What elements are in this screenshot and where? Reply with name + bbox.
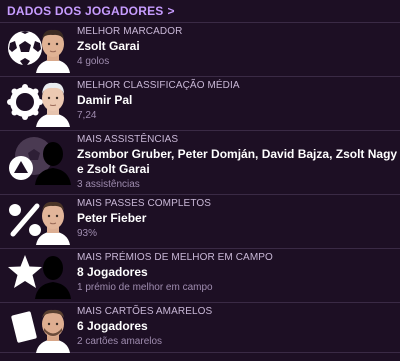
stat-value: 7,24	[77, 110, 97, 121]
chevron-right-icon: >	[167, 4, 175, 18]
player-silhouette	[35, 142, 71, 185]
stat-visual	[0, 249, 74, 302]
player-count-link[interactable]: 8 Jogadores	[77, 265, 400, 280]
stat-value: 3 assistências	[77, 179, 140, 190]
stat-label: MELHOR CLASSIFICAÇÃO MÉDIA	[77, 80, 240, 91]
player-count-link[interactable]: 6 Jogadores	[77, 319, 400, 334]
stat-row-best-rating[interactable]: MELHOR CLASSIFICAÇÃO MÉDIA Damir Pal 7,2…	[0, 77, 400, 131]
stat-visual	[0, 195, 74, 248]
next-row-partial	[0, 353, 400, 361]
assist-icon	[9, 156, 33, 180]
player-name-link[interactable]: Zsombor Gruber, Peter Domján, David Bajz…	[77, 147, 400, 177]
stat-row-most-passes[interactable]: MAIS PASSES COMPLETOS Peter Fieber 93%	[0, 195, 400, 249]
stat-row-most-yellow-cards[interactable]: MAIS CARTÕES AMARELOS 6 Jogadores 2 cart…	[0, 303, 400, 353]
stat-row-top-scorer[interactable]: MELHOR MARCADOR Zsolt Garai 4 golos	[0, 22, 400, 77]
player-photo	[36, 309, 70, 353]
stat-value: 4 golos	[77, 56, 110, 67]
section-title: DADOS DOS JOGADORES	[7, 4, 164, 18]
player-photo	[36, 82, 70, 127]
stat-row-most-awards[interactable]: MAIS PRÉMIOS DE MELHOR EM CAMPO 8 Jogado…	[0, 249, 400, 303]
stat-label: MAIS PASSES COMPLETOS	[77, 198, 211, 209]
stat-visual	[0, 303, 74, 353]
stat-visual	[0, 77, 74, 130]
stat-label: MAIS CARTÕES AMARELOS	[77, 306, 213, 317]
player-silhouette	[35, 256, 71, 299]
stat-label: MAIS ASSISTÊNCIAS	[77, 134, 179, 145]
stat-value: 1 prémio de melhor em campo	[77, 282, 213, 293]
stat-visual	[0, 131, 74, 194]
section-header[interactable]: DADOS DOS JOGADORES >	[0, 0, 400, 22]
player-name-link[interactable]: Damir Pal	[77, 93, 400, 108]
stat-value: 2 cartões amarelos	[77, 336, 163, 347]
player-name-link[interactable]: Zsolt Garai	[77, 39, 400, 54]
stat-row-most-assists[interactable]: MAIS ASSISTÊNCIAS Zsombor Gruber, Peter …	[0, 131, 400, 195]
player-name-link[interactable]: Peter Fieber	[77, 211, 400, 226]
stat-visual	[0, 23, 74, 76]
stat-value: 93%	[77, 228, 98, 239]
stat-label: MAIS PRÉMIOS DE MELHOR EM CAMPO	[77, 252, 273, 263]
player-photo	[36, 201, 70, 245]
player-photo	[36, 29, 70, 73]
stat-label: MELHOR MARCADOR	[77, 26, 183, 37]
player-stats-list: MELHOR MARCADOR Zsolt Garai 4 golos MELH…	[0, 22, 400, 361]
